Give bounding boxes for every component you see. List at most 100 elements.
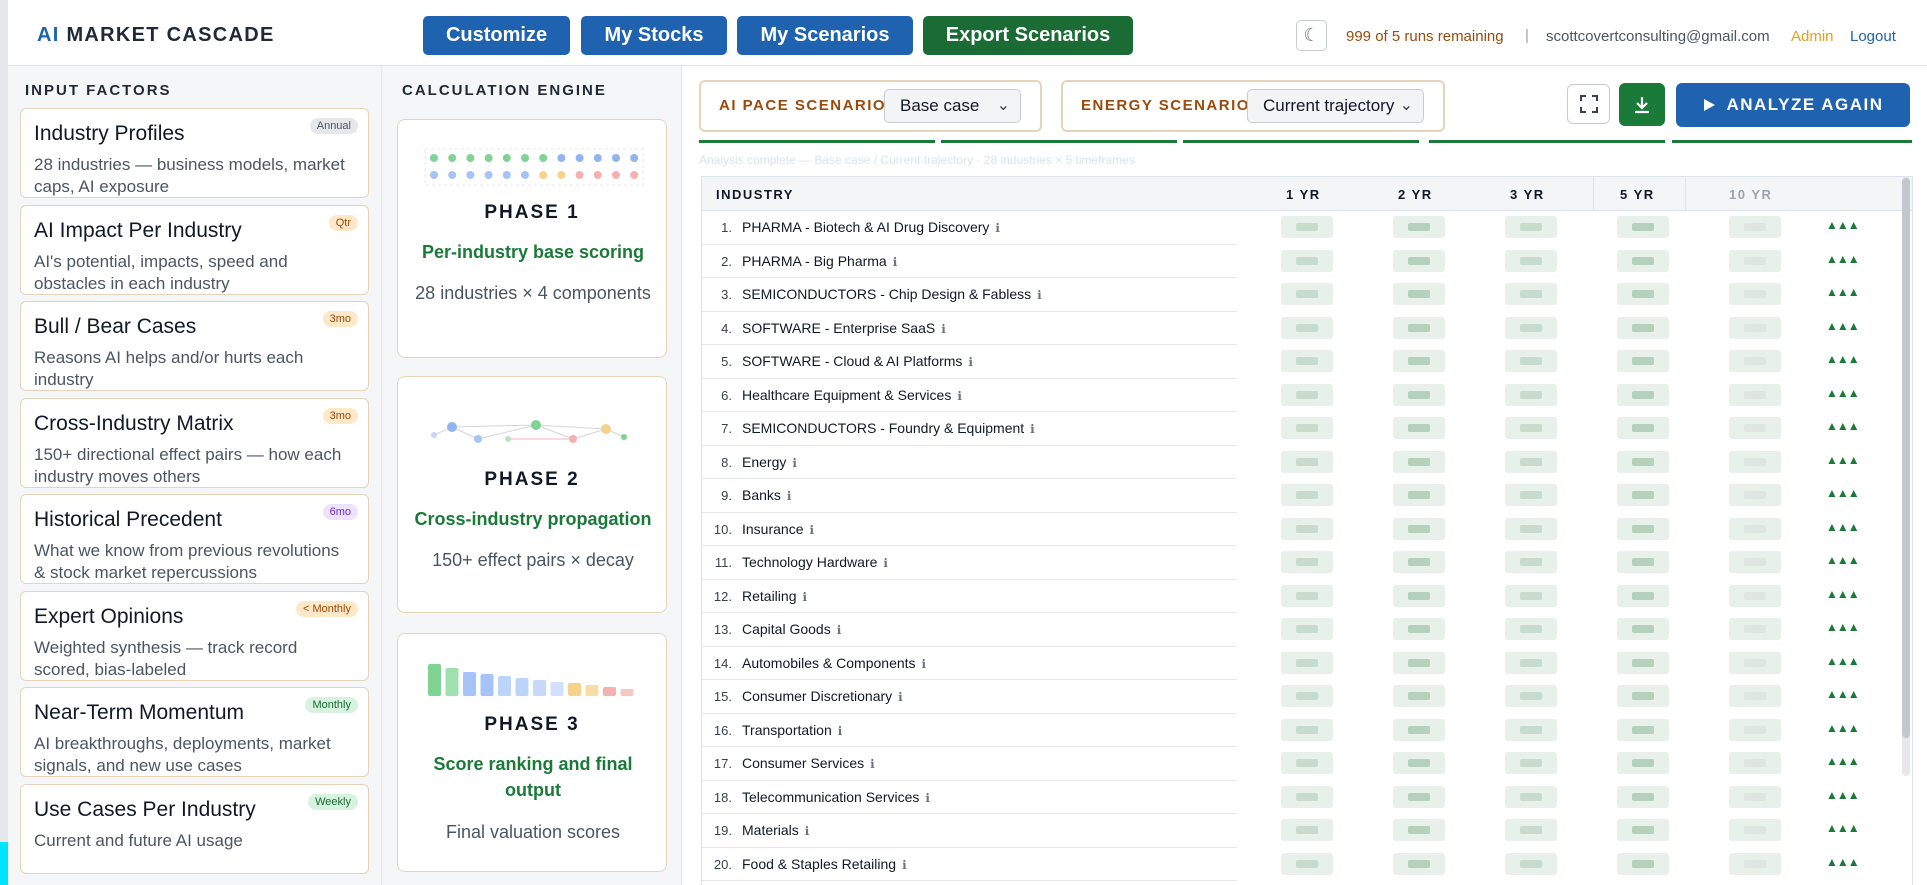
col-1yr[interactable]: 1 YR xyxy=(1286,187,1321,202)
table-row[interactable]: 6. Healthcare Equipment & Services ℹ ▲▲▲ xyxy=(702,379,1897,412)
industry-name[interactable]: PHARMA - Biotech & AI Drug Discovery ℹ xyxy=(742,219,1000,235)
score-cell-blurred[interactable] xyxy=(1393,718,1445,741)
score-cell-blurred[interactable] xyxy=(1393,450,1445,473)
score-cell-blurred[interactable] xyxy=(1281,785,1333,808)
factor-card[interactable]: Cross-Industry Matrix 3mo 150+ directional… xyxy=(20,397,369,488)
score-cell-blurred[interactable] xyxy=(1617,551,1669,573)
table-row[interactable]: 14. Automobiles & Components ℹ ▲▲▲ xyxy=(702,647,1897,680)
score-cell-blurred[interactable] xyxy=(1729,484,1781,506)
score-cell-blurred[interactable] xyxy=(1729,651,1781,674)
table-row[interactable]: 9. Banks ℹ ▲▲▲ xyxy=(702,479,1897,513)
score-cell-blurred[interactable] xyxy=(1617,819,1669,841)
table-row[interactable]: 2. PHARMA - Big Pharma ℹ ▲▲▲ xyxy=(702,245,1897,278)
table-row[interactable]: 13. Capital Goods ℹ ▲▲▲ xyxy=(702,613,1897,647)
score-cell-blurred[interactable] xyxy=(1729,718,1781,741)
score-cell-blurred[interactable] xyxy=(1281,350,1333,372)
industry-name[interactable]: Capital Goods ℹ xyxy=(742,621,841,637)
score-cell-blurred[interactable] xyxy=(1617,316,1669,339)
info-icon[interactable]: ℹ xyxy=(805,824,810,838)
score-cell-blurred[interactable] xyxy=(1729,249,1781,272)
score-cell-blurred[interactable] xyxy=(1393,350,1445,372)
factor-card[interactable]: Historical Precedent 6mo What we know from… xyxy=(20,494,369,584)
score-cell-blurred[interactable] xyxy=(1281,651,1333,674)
score-cell-blurred[interactable] xyxy=(1393,383,1445,406)
score-cell-blurred[interactable] xyxy=(1729,350,1781,372)
score-cell-blurred[interactable] xyxy=(1281,551,1333,573)
score-cell-blurred[interactable] xyxy=(1617,417,1669,439)
score-cell-blurred[interactable] xyxy=(1393,484,1445,506)
info-icon[interactable]: ℹ xyxy=(922,657,927,671)
score-cell-blurred[interactable] xyxy=(1505,618,1557,640)
info-icon[interactable]: ℹ xyxy=(995,221,1000,235)
score-cell-blurred[interactable] xyxy=(1393,819,1445,841)
table-row[interactable]: 8. Energy ℹ ▲▲▲ xyxy=(702,446,1897,479)
factor-card[interactable]: Expert Opinions < Monthly Weighted synthes… xyxy=(20,590,369,681)
col-10yr[interactable]: 10 YR xyxy=(1729,187,1772,202)
industry-name[interactable]: Consumer Services ℹ xyxy=(742,755,875,771)
my-scenarios-button[interactable]: My Scenarios xyxy=(737,16,913,55)
info-icon[interactable]: ℹ xyxy=(883,556,888,570)
score-cell-blurred[interactable] xyxy=(1729,517,1781,540)
score-cell-blurred[interactable] xyxy=(1729,216,1781,238)
score-cell-blurred[interactable] xyxy=(1729,551,1781,573)
table-row[interactable]: 10. Insurance ℹ ▲▲▲ xyxy=(702,513,1897,546)
factor-card[interactable]: Bull / Bear Cases 3mo Reasons AI helps and… xyxy=(20,301,369,391)
score-cell-blurred[interactable] xyxy=(1281,517,1333,540)
score-cell-blurred[interactable] xyxy=(1505,517,1557,540)
score-cell-blurred[interactable] xyxy=(1729,852,1781,875)
industry-name[interactable]: Retailing ℹ xyxy=(742,588,807,604)
score-cell-blurred[interactable] xyxy=(1505,718,1557,741)
score-cell-blurred[interactable] xyxy=(1505,651,1557,674)
table-row[interactable]: 7. SEMICONDUCTORS - Foundry & Equipment ℹ ▲… xyxy=(702,412,1897,446)
score-cell-blurred[interactable] xyxy=(1505,752,1557,774)
info-icon[interactable]: ℹ xyxy=(870,757,875,771)
customize-button[interactable]: Customize xyxy=(423,16,570,55)
table-row[interactable]: 15. Consumer Discretionary ℹ ▲▲▲ xyxy=(702,680,1897,714)
score-cell-blurred[interactable] xyxy=(1617,216,1669,238)
score-cell-blurred[interactable] xyxy=(1729,316,1781,339)
col-industry[interactable]: INDUSTRY xyxy=(716,187,794,202)
industry-name[interactable]: SOFTWARE - Enterprise SaaS ℹ xyxy=(742,320,946,336)
info-icon[interactable]: ℹ xyxy=(802,590,807,604)
info-icon[interactable]: ℹ xyxy=(957,389,962,403)
score-cell-blurred[interactable] xyxy=(1393,417,1445,439)
score-cell-blurred[interactable] xyxy=(1617,618,1669,640)
score-cell-blurred[interactable] xyxy=(1617,785,1669,808)
info-icon[interactable]: ℹ xyxy=(941,322,946,336)
score-cell-blurred[interactable] xyxy=(1505,450,1557,473)
industry-name[interactable]: Transportation ℹ xyxy=(742,722,842,738)
analyze-again-button[interactable]: ANALYZE AGAIN xyxy=(1676,83,1910,127)
score-cell-blurred[interactable] xyxy=(1617,383,1669,406)
score-cell-blurred[interactable] xyxy=(1505,383,1557,406)
table-row[interactable]: 11. Technology Hardware ℹ ▲▲▲ xyxy=(702,546,1897,580)
score-cell-blurred[interactable] xyxy=(1617,249,1669,272)
score-cell-blurred[interactable] xyxy=(1505,484,1557,506)
export-scenarios-button[interactable]: Export Scenarios xyxy=(923,16,1133,55)
table-row[interactable]: 3. SEMICONDUCTORS - Chip Design & Fabless… xyxy=(702,278,1897,312)
score-cell-blurred[interactable] xyxy=(1617,852,1669,875)
score-cell-blurred[interactable] xyxy=(1729,685,1781,707)
industry-name[interactable]: Banks ℹ xyxy=(742,487,791,503)
score-cell-blurred[interactable] xyxy=(1729,584,1781,607)
score-cell-blurred[interactable] xyxy=(1393,651,1445,674)
score-cell-blurred[interactable] xyxy=(1505,551,1557,573)
score-cell-blurred[interactable] xyxy=(1617,584,1669,607)
score-cell-blurred[interactable] xyxy=(1393,752,1445,774)
industry-name[interactable]: PHARMA - Big Pharma ℹ xyxy=(742,253,897,269)
industry-name[interactable]: Healthcare Equipment & Services ℹ xyxy=(742,387,962,403)
score-cell-blurred[interactable] xyxy=(1281,249,1333,272)
score-cell-blurred[interactable] xyxy=(1729,819,1781,841)
table-row[interactable]: 12. Retailing ℹ ▲▲▲ xyxy=(702,580,1897,613)
score-cell-blurred[interactable] xyxy=(1505,417,1557,439)
admin-link[interactable]: Admin xyxy=(1791,28,1834,45)
app-logo[interactable]: AI MARKET CASCADE xyxy=(37,24,275,47)
score-cell-blurred[interactable] xyxy=(1729,383,1781,406)
score-cell-blurred[interactable] xyxy=(1393,216,1445,238)
score-cell-blurred[interactable] xyxy=(1505,819,1557,841)
score-cell-blurred[interactable] xyxy=(1281,718,1333,741)
score-cell-blurred[interactable] xyxy=(1729,785,1781,808)
score-cell-blurred[interactable] xyxy=(1505,785,1557,808)
score-cell-blurred[interactable] xyxy=(1617,651,1669,674)
score-cell-blurred[interactable] xyxy=(1729,417,1781,439)
score-cell-blurred[interactable] xyxy=(1617,752,1669,774)
